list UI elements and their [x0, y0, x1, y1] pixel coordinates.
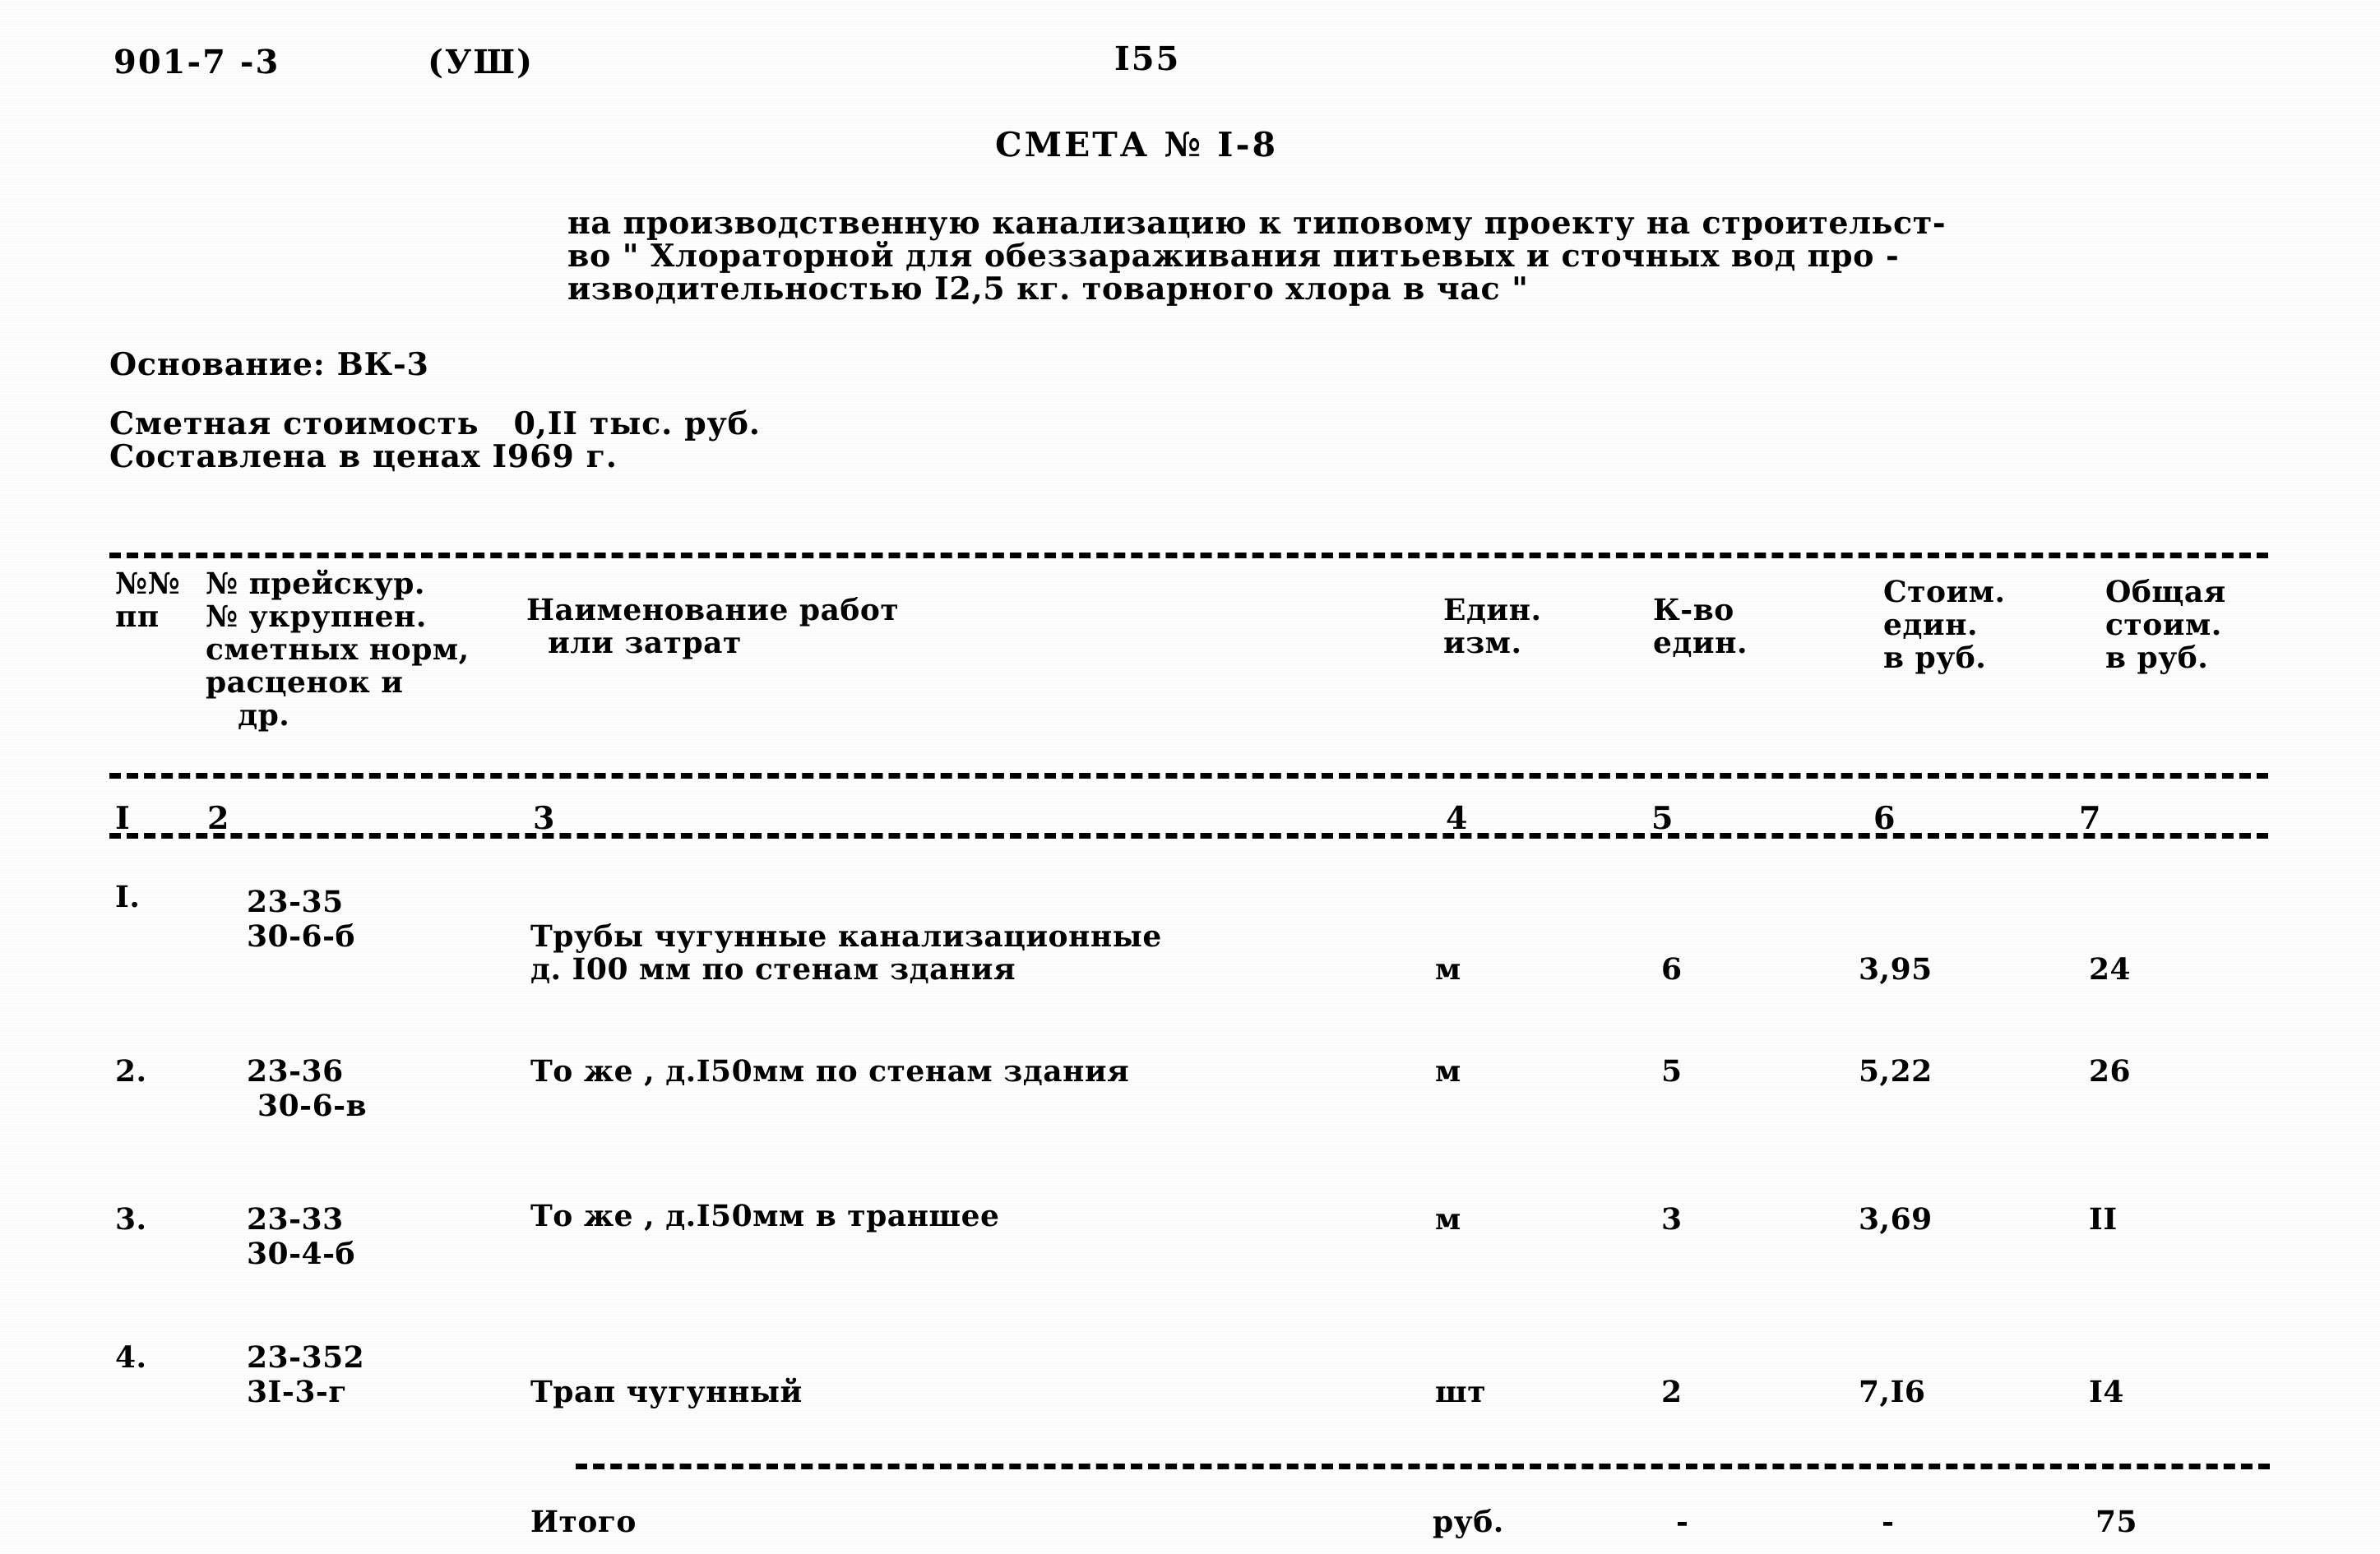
table-row: 3. [115, 1202, 147, 1237]
table-row: 3 [1661, 1202, 1683, 1237]
estimate-title: СМЕТА № I-8 [995, 125, 1279, 164]
table-row: 23-35 30-6-б [247, 885, 356, 954]
table-row: 23-33 30-4-б [247, 1202, 356, 1271]
price-year: Составлена в ценах I969 г. [109, 437, 618, 474]
table-row: 5 [1661, 1054, 1683, 1089]
table-row: м [1435, 1054, 1461, 1089]
total-row-unit: руб. [1433, 1505, 1504, 1539]
table-row: То же , д.I50мм в траншее [530, 1199, 1000, 1233]
table-row: 26 [2089, 1054, 2132, 1089]
table-row: II [2089, 1202, 2118, 1237]
table-row: 3,95 [1859, 952, 1933, 987]
table-row: Трап чугунный [530, 1375, 803, 1409]
column-header-unit-price: Стоим. един. в руб. [1883, 575, 2006, 675]
table-row: д. I00 мм по стенам здания [530, 952, 1016, 987]
table-colnum-rule [109, 833, 2268, 839]
subtitle-line-1: на производственную канализацию к типово… [567, 204, 1947, 241]
total-row-unit-price: - [1882, 1505, 1895, 1539]
document-volume: (УШ) [428, 43, 535, 81]
table-row: 4. [115, 1340, 147, 1375]
table-row: 2. [115, 1054, 147, 1089]
table-row: 23-36 30-6-в [247, 1054, 368, 1123]
column-number-5: 5 [1651, 799, 1674, 836]
table-row: 5,22 [1859, 1054, 1933, 1089]
column-header-total-cost: Общая стоим. в руб. [2105, 575, 2226, 675]
column-number-4: 4 [1446, 799, 1469, 836]
column-number-6: 6 [1873, 799, 1896, 836]
column-header-name: Наименование работ или затрат [526, 593, 900, 660]
total-row-quantity: - [1676, 1505, 1689, 1539]
total-row-sum: 75 [2095, 1505, 2138, 1539]
table-total-rule [576, 1464, 2270, 1469]
column-header-unit: Един. изм. [1443, 593, 1542, 660]
column-number-1: I [115, 799, 131, 836]
table-row: 24 [2089, 952, 2132, 987]
table-row: шт [1435, 1375, 1486, 1409]
estimate-cost: Сметная стоимость 0,II тыс. руб. [109, 405, 761, 442]
table-row: м [1435, 952, 1461, 987]
total-row-label: Итого [530, 1505, 637, 1539]
basis-reference: Основание: ВК-3 [109, 345, 429, 382]
table-row: 2 [1661, 1375, 1683, 1409]
page-number: I55 [1114, 39, 1181, 78]
table-top-rule [109, 553, 2268, 558]
table-row: I. [115, 880, 141, 914]
subtitle-line-2: во " Хлораторной для обеззараживания пит… [567, 237, 1900, 274]
table-row: 6 [1661, 952, 1683, 987]
column-header-code: № прейскур. № укрупнен. сметных норм, ра… [206, 567, 470, 733]
table-row: 7,I6 [1859, 1375, 1926, 1409]
column-header-number: №№ пп [115, 567, 181, 634]
table-header-rule [109, 773, 2268, 779]
table-row: Трубы чугунные канализационные [530, 919, 1162, 954]
column-number-2: 2 [207, 799, 230, 836]
column-header-quantity: К-во един. [1653, 593, 1748, 660]
table-row: м [1435, 1202, 1461, 1237]
document-page: 901-7 -3 (УШ) I55 СМЕТА № I-8 на произво… [0, 0, 2380, 1554]
table-row: То же , д.I50мм по стенам здания [530, 1054, 1130, 1089]
column-number-3: 3 [533, 799, 556, 836]
table-row: I4 [2089, 1375, 2124, 1409]
table-row: 23-352 3I-3-г [247, 1340, 365, 1409]
column-number-7: 7 [2079, 799, 2102, 836]
table-row: 3,69 [1859, 1202, 1933, 1237]
document-code: 901-7 -3 [113, 43, 280, 81]
subtitle-line-3: изводительностью I2,5 кг. товарного хлор… [567, 270, 1529, 307]
